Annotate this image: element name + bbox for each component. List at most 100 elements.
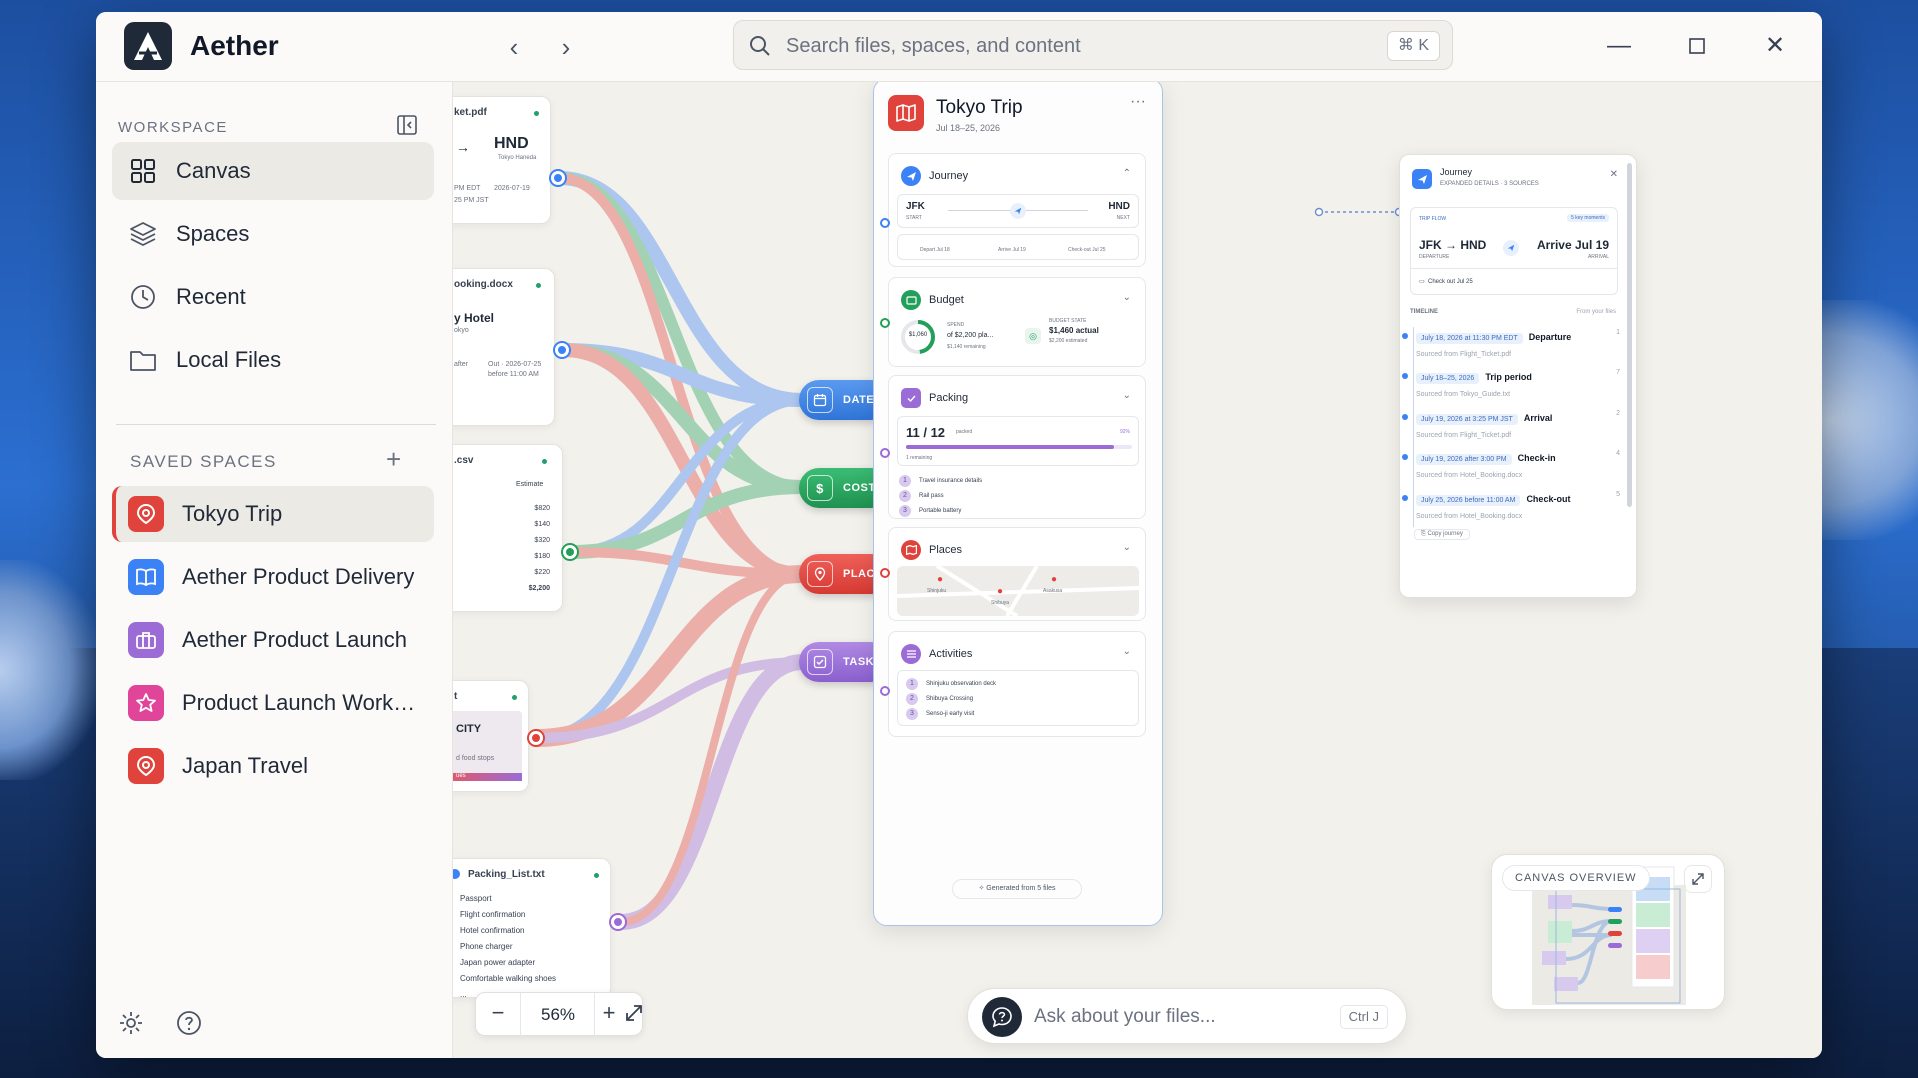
list-item: Flight confirmation — [460, 910, 526, 919]
journey-section[interactable]: Journey ⌃ JFK START HND NEXT Depart Jul … — [880, 153, 1146, 267]
journey-port[interactable] — [880, 218, 890, 228]
scrollbar[interactable] — [1627, 163, 1632, 507]
calendar-icon — [807, 387, 833, 413]
pin-icon: ● — [997, 586, 1004, 597]
timeline-row[interactable]: July 19, 2026 after 3:00 PM Check-in Sourc… — [1402, 448, 1622, 488]
fullscreen-icon[interactable] — [624, 1003, 646, 1025]
collapse-sidebar-icon[interactable] — [396, 114, 418, 136]
plane-icon — [901, 166, 921, 186]
sidebar-item-label: Recent — [176, 284, 246, 309]
list-item: Phone charger — [460, 942, 513, 951]
chevron-down-icon[interactable]: ⌄ — [1123, 390, 1131, 401]
timeline-row[interactable]: July 18–25, 2026 Trip period Sourced from … — [1402, 367, 1622, 407]
checkbox-icon — [901, 388, 921, 408]
tokyo-trip-panel[interactable]: Tokyo Trip Jul 18–25, 2026 ··· Journey ⌃… — [873, 82, 1163, 926]
chevron-down-icon[interactable]: ⌄ — [1123, 292, 1131, 303]
hub-label: COST — [843, 482, 876, 494]
generated-badge[interactable]: ✧ Generated from 5 files — [952, 879, 1082, 899]
sidebar-item-spaces[interactable]: Spaces — [112, 205, 434, 263]
forward-button[interactable]: › — [552, 34, 580, 62]
timeline-row[interactable]: July 19, 2026 at 3:25 PM JST Arrival Sourc… — [1402, 408, 1622, 448]
zoom-out-button[interactable]: − — [486, 1001, 510, 1027]
chevron-down-icon[interactable]: ⌄ — [1123, 542, 1131, 553]
canvas[interactable]: ket.pdf → HND Tokyo Haneda PM EDT 2026-0… — [453, 82, 1822, 1058]
activities-section[interactable]: Activities ⌄ 1 Shinjuku observation deck … — [880, 631, 1146, 737]
places-map[interactable]: ● Shinjuku ● Shibuya ● Asakusa — [897, 566, 1139, 616]
status-dot — [536, 283, 541, 288]
plane-icon — [1503, 240, 1519, 256]
port-flight[interactable] — [551, 171, 565, 185]
maximize-button[interactable] — [1680, 30, 1714, 64]
space-item-tokyo-trip[interactable]: Tokyo Trip — [112, 486, 434, 542]
budget-port[interactable] — [880, 318, 890, 328]
close-icon[interactable]: ✕ — [1610, 169, 1618, 180]
packing-port[interactable] — [880, 448, 890, 458]
settings-icon[interactable] — [118, 1010, 148, 1040]
journey-expanded-panel[interactable]: Journey EXPANDED DETAILS · 3 SOURCES ✕ T… — [1399, 154, 1637, 598]
port-guide[interactable] — [529, 731, 543, 745]
chevron-up-icon[interactable]: ⌃ — [1123, 168, 1131, 179]
file-card-flight[interactable]: ket.pdf → HND Tokyo Haneda PM EDT 2026-0… — [453, 96, 551, 224]
ask-input[interactable]: Ask about your files... Ctrl J — [967, 988, 1407, 1044]
budget-section[interactable]: Budget ⌄ $1,060 SPEND of $2,200 pla... $… — [880, 277, 1146, 367]
packing-section[interactable]: Packing ⌄ 11 / 12 packed 92% 1 remaining… — [880, 375, 1146, 519]
pin-label: Asakusa — [1043, 588, 1063, 594]
pin-icon — [128, 496, 164, 532]
close-button[interactable]: ✕ — [1758, 30, 1792, 64]
sidebar-item-canvas[interactable]: Canvas — [112, 142, 434, 200]
port-packing[interactable] — [611, 915, 625, 929]
sidebar-item-recent[interactable]: Recent — [112, 268, 434, 326]
activities-port[interactable] — [880, 686, 890, 696]
packing-remaining: 1 remaining — [906, 455, 933, 461]
timeline-row[interactable]: July 25, 2026 before 11:00 AM Check-out So… — [1402, 489, 1622, 529]
canvas-overview[interactable]: CANVAS OVERVIEW — [1491, 854, 1725, 1010]
file-card-packing[interactable]: Packing_List.txt Passport Flight confirm… — [453, 858, 611, 998]
sidebar-item-local-files[interactable]: Local Files — [112, 331, 434, 389]
space-item-japan-travel[interactable]: Japan Travel — [112, 738, 434, 794]
flight-to: HND — [494, 135, 529, 152]
search-input[interactable]: Search files, spaces, and content ⌘ K — [733, 20, 1453, 70]
minimize-button[interactable]: — — [1602, 30, 1636, 64]
section-title: Budget — [929, 294, 964, 306]
app-logo — [124, 22, 172, 70]
zoom-divider — [520, 993, 521, 1037]
section-title: Packing — [929, 392, 969, 404]
timeline-row[interactable]: July 18, 2026 at 11:30 PM EDT Departure So… — [1402, 327, 1622, 367]
chat-help-icon[interactable] — [982, 997, 1022, 1037]
file-card-guide[interactable]: t CITY d food stops ues — [453, 680, 529, 792]
space-item-aether-product-launch[interactable]: Aether Product Launch — [112, 612, 434, 668]
port-hotel[interactable] — [555, 343, 569, 357]
help-icon[interactable] — [176, 1010, 206, 1040]
more-options-button[interactable]: ··· — [1130, 93, 1146, 111]
chevron-down-icon[interactable]: ⌄ — [1123, 646, 1131, 657]
status-dot — [542, 459, 547, 464]
hotel-title: y Hotel — [454, 311, 495, 325]
section-title: Journey — [929, 170, 969, 182]
section-title: Activities — [929, 648, 973, 660]
places-section[interactable]: Places ⌄ ● Shinjuku ● Shibuya ● Asakusa — [880, 527, 1146, 621]
packing-items: 1 Travel insurance details 2 Rail pass 3 Po… — [899, 474, 982, 519]
file-card-budget[interactable]: .csv Estimate $820 $140 $320 $180 $220 $… — [453, 444, 563, 612]
budget-col-header: Estimate — [516, 481, 544, 488]
flow-divider — [1411, 268, 1617, 269]
space-item-product-launch-works[interactable]: Product Launch Works... — [112, 675, 434, 731]
back-button[interactable]: ‹ — [500, 34, 528, 62]
wallet-icon — [901, 290, 921, 310]
zoom-in-button[interactable]: + — [596, 1001, 622, 1027]
list-item: 3 Portable battery — [899, 504, 982, 519]
panel-title: Tokyo Trip — [936, 97, 1023, 118]
hotel-in: after — [454, 361, 469, 368]
places-port[interactable] — [880, 568, 890, 578]
timeline-source: From your files — [1576, 309, 1616, 315]
packing-progress-card: 11 / 12 packed 92% 1 remaining — [897, 416, 1139, 466]
budget-state-label: BUDGET STATE — [1049, 318, 1087, 324]
timeline-dot — [1402, 454, 1408, 460]
space-item-label: Tokyo Trip — [182, 501, 283, 526]
add-space-button[interactable]: + — [386, 444, 401, 475]
guide-title: CITY — [456, 723, 482, 735]
space-item-aether-product-delivery[interactable]: Aether Product Delivery — [112, 549, 434, 605]
port-budget[interactable] — [563, 545, 577, 559]
file-name: .csv — [454, 455, 474, 466]
file-card-hotel[interactable]: ooking.docx y Hotel okyo after Out · 202… — [453, 268, 555, 426]
copy-journey-button[interactable]: ⎘ Copy journey — [1414, 529, 1470, 540]
